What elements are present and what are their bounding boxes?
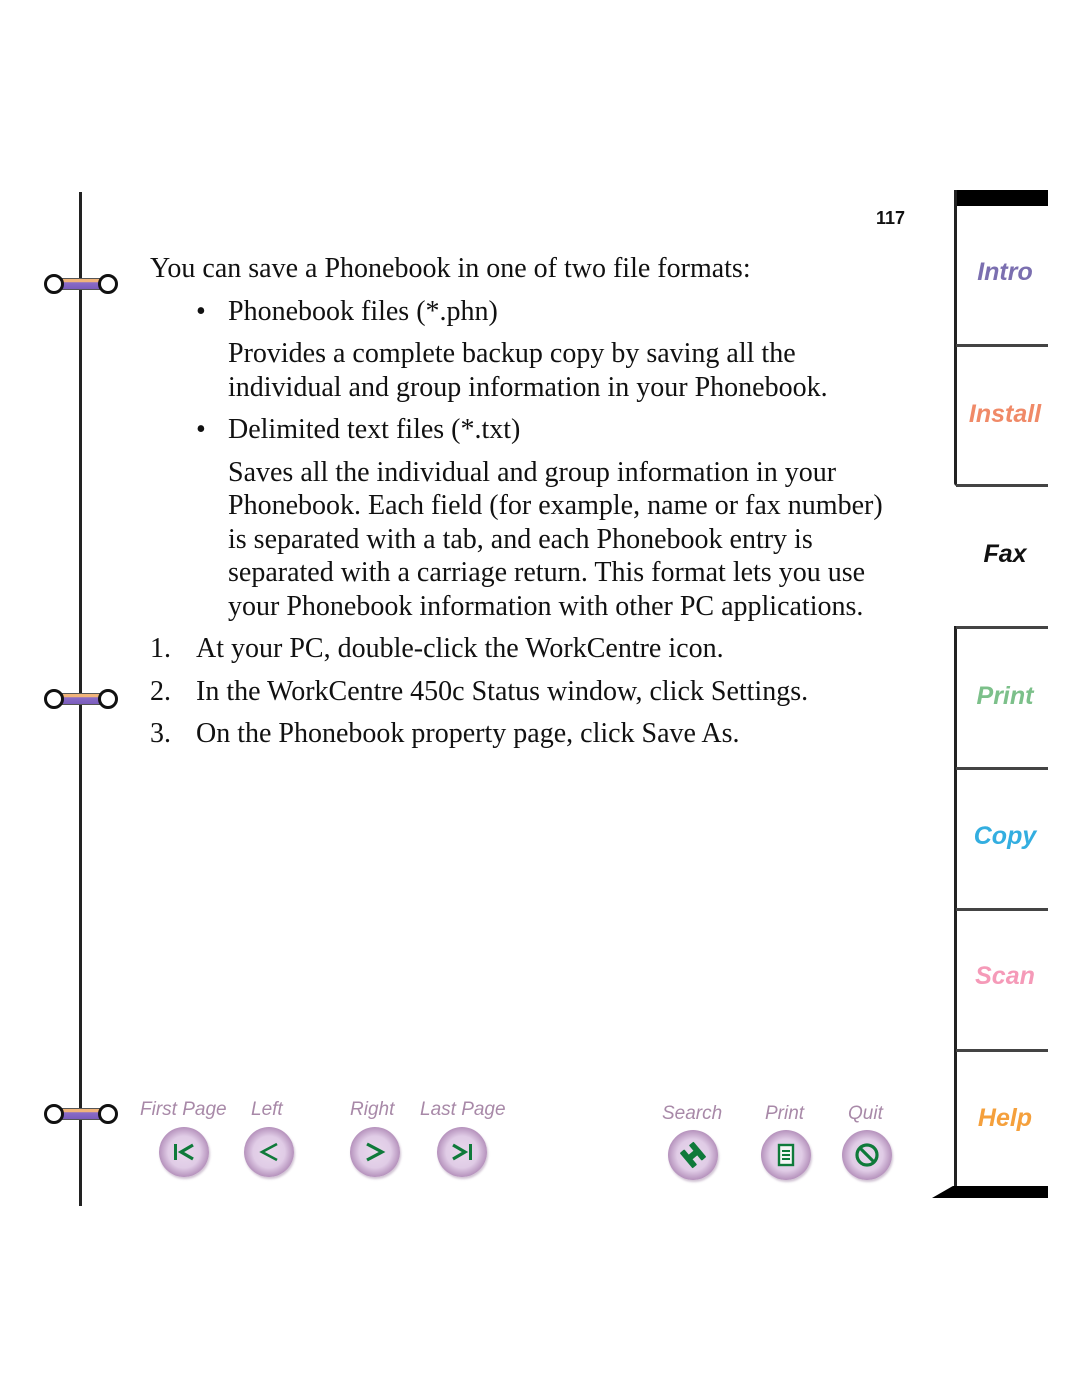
tab-divider	[956, 1049, 1048, 1052]
binder-ring	[44, 274, 118, 294]
left-label: Left	[251, 1099, 283, 1120]
step-text: At your PC, double-click the WorkCentre …	[196, 633, 724, 664]
first-page-icon	[174, 1143, 194, 1161]
tab-bottom-edge	[932, 1186, 1048, 1198]
format-description: Provides a complete backup copy by savin…	[228, 338, 828, 403]
tab-top-edge	[954, 190, 1048, 206]
page-content: You can save a Phonebook in one of two f…	[150, 252, 910, 760]
step-item: 3. On the Phonebook property page, click…	[150, 717, 910, 751]
step-text: On the Phonebook property page, click Sa…	[196, 718, 740, 749]
tab-install[interactable]: Install	[952, 400, 1058, 429]
bullet-icon: •	[196, 414, 206, 445]
binder-ring	[44, 1104, 118, 1124]
tab-scan[interactable]: Scan	[952, 962, 1058, 991]
tab-divider	[956, 908, 1048, 911]
ring-cap	[44, 274, 64, 294]
tab-divider	[956, 344, 1048, 347]
document-icon	[777, 1143, 795, 1167]
ring-cap	[98, 689, 118, 709]
step-number: 2.	[150, 675, 171, 707]
last-page-button[interactable]	[437, 1127, 487, 1177]
step-number: 1.	[150, 633, 171, 664]
left-button[interactable]	[244, 1127, 294, 1177]
format-description: Saves all the individual and group infor…	[228, 456, 883, 622]
tab-print[interactable]: Print	[952, 682, 1058, 711]
format-item: • Phonebook files (*.phn)	[150, 295, 910, 329]
print-button[interactable]	[761, 1130, 811, 1180]
tab-intro[interactable]: Intro	[952, 258, 1058, 287]
ring-cap	[44, 1104, 64, 1124]
page-number: 117	[876, 208, 906, 228]
tab-divider	[956, 767, 1048, 770]
binder-ring	[44, 689, 118, 709]
arrow-left-icon	[259, 1142, 278, 1162]
format-title: Delimited text files (*.txt)	[228, 414, 521, 445]
search-label: Search	[662, 1103, 723, 1124]
tab-copy[interactable]: Copy	[952, 822, 1058, 851]
arrow-right-icon	[366, 1142, 386, 1162]
tab-divider	[956, 626, 1048, 629]
step-number: 3.	[150, 718, 171, 749]
ring-cap	[98, 274, 118, 294]
step-item: 1. At your PC, double-click the WorkCent…	[150, 632, 910, 666]
right-label: Right	[350, 1099, 395, 1120]
bullet-icon: •	[196, 295, 206, 327]
tab-fax[interactable]: Fax	[952, 540, 1058, 569]
last-page-icon	[452, 1143, 472, 1161]
search-button[interactable]	[668, 1130, 718, 1180]
tab-divider	[956, 484, 1048, 487]
first-page-button[interactable]	[159, 1127, 209, 1177]
tab-help[interactable]: Help	[952, 1104, 1058, 1133]
quit-button[interactable]	[842, 1130, 892, 1180]
print-label: Print	[765, 1103, 805, 1124]
quit-label: Quit	[848, 1103, 883, 1124]
first-page-label: First Page	[140, 1099, 227, 1120]
intro-text: You can save a Phonebook in one of two f…	[150, 253, 751, 284]
format-title: Phonebook files (*.phn)	[228, 295, 498, 327]
ring-cap	[98, 1104, 118, 1124]
tab-border	[954, 190, 957, 486]
step-text: In the WorkCentre 450c Status window, cl…	[196, 675, 809, 707]
last-page-label: Last Page	[420, 1099, 506, 1120]
format-item: • Delimited text files (*.txt)	[150, 413, 910, 447]
binoculars-icon	[680, 1141, 706, 1169]
step-item: 2. In the WorkCentre 450c Status window,…	[150, 675, 910, 709]
section-tabs: Intro Install Fax Print Copy Scan Help	[932, 190, 1048, 1206]
ring-cap	[44, 689, 64, 709]
right-button[interactable]	[350, 1127, 400, 1177]
no-entry-icon	[855, 1143, 879, 1167]
